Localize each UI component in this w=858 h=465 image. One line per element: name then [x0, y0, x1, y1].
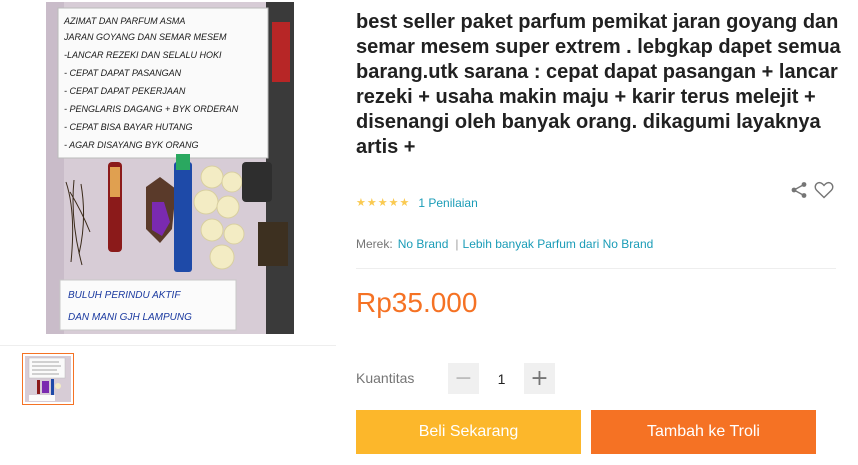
product-thumbnail[interactable] — [22, 353, 74, 405]
add-to-cart-button[interactable]: Tambah ke Troli — [591, 410, 816, 454]
photo-note-line: - CEPAT DAPAT PASANGAN — [64, 68, 182, 78]
buy-now-button[interactable]: Beli Sekarang — [356, 410, 581, 454]
star-icon: ★ — [399, 197, 410, 209]
star-icon: ★ — [388, 197, 399, 209]
photo-note-line: - PENGLARIS DAGANG + BYK ORDERAN — [64, 104, 239, 114]
rating-count-link[interactable]: 1 Penilaian — [418, 196, 477, 210]
product-price: Rp35.000 — [356, 287, 478, 318]
share-icon[interactable] — [790, 181, 808, 199]
product-photo-illustration: AZIMAT DAN PARFUM ASMA JARAN GOYANG DAN … — [46, 2, 294, 334]
star-icon: ★ — [356, 197, 366, 209]
brand-row: Merek: No Brand | Lebih banyak Parfum da… — [356, 237, 653, 251]
thumbnail-illustration — [25, 356, 71, 402]
gallery-divider — [0, 345, 336, 346]
quantity-input[interactable] — [480, 363, 523, 394]
photo-card-line: BULUH PERINDU AKTIF — [68, 290, 181, 301]
rating-stars: ★ ★ ★ ★ ★ — [356, 197, 409, 209]
product-main-image[interactable]: AZIMAT DAN PARFUM ASMA JARAN GOYANG DAN … — [46, 2, 294, 334]
photo-card-line: DAN MANI GJH LAMPUNG — [68, 312, 192, 323]
photo-note-line: -LANCAR REZEKI DAN SELALU HOKI — [64, 50, 222, 60]
minus-icon: − — [454, 366, 473, 391]
photo-note-line: JARAN GOYANG DAN SEMAR MESEM — [63, 32, 227, 42]
star-icon: ★ — [366, 197, 377, 209]
quantity-label: Kuantitas — [356, 370, 415, 386]
quantity-decrease-button[interactable]: − — [448, 363, 479, 394]
photo-note-line: - CEPAT BISA BAYAR HUTANG — [64, 122, 193, 132]
star-icon: ★ — [377, 197, 388, 209]
photo-note-line: - CEPAT DAPAT PEKERJAAN — [64, 86, 186, 96]
photo-note-line: - AGAR DISAYANG BYK ORANG — [64, 140, 199, 150]
heart-icon[interactable] — [814, 181, 834, 199]
brand-link[interactable]: No Brand — [398, 237, 449, 251]
brand-label: Merek: — [356, 237, 393, 251]
more-from-brand-link[interactable]: Lebih banyak Parfum dari No Brand — [463, 237, 654, 251]
product-title: best seller paket parfum pemikat jaran g… — [356, 11, 841, 158]
quantity-increase-button[interactable]: + — [524, 363, 555, 394]
section-divider — [356, 268, 836, 269]
plus-icon: + — [530, 366, 549, 391]
photo-note-line: AZIMAT DAN PARFUM ASMA — [63, 16, 185, 26]
brand-separator: | — [455, 237, 459, 251]
product-rating[interactable]: ★ ★ ★ ★ ★ 1 Penilaian — [356, 196, 478, 210]
product-gallery: AZIMAT DAN PARFUM ASMA JARAN GOYANG DAN … — [0, 0, 336, 465]
